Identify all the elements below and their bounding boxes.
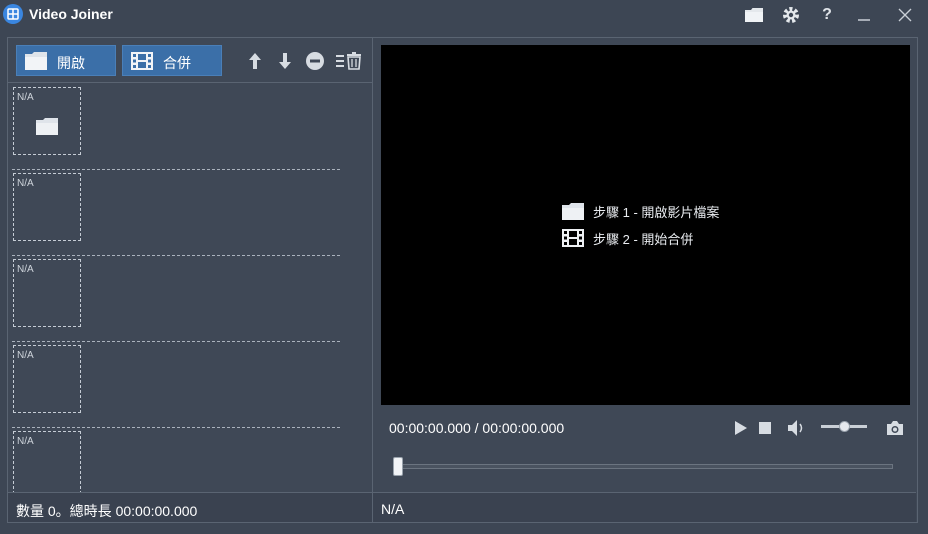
help-icon[interactable]: ?: [816, 4, 838, 26]
file-count-status: 數量 0。總時長 00:00:00.000: [16, 503, 198, 519]
thumbnail: N/A: [13, 431, 81, 492]
volume-icon[interactable]: [787, 418, 807, 438]
thumbnail-label: N/A: [17, 178, 34, 189]
list-item[interactable]: N/A: [12, 342, 340, 428]
folder-icon: [36, 118, 58, 140]
arrow-up-icon[interactable]: [244, 50, 266, 72]
film-icon: [561, 228, 585, 248]
close-icon[interactable]: [894, 4, 916, 26]
thumbnail: N/A: [13, 259, 81, 327]
preview-panel: 步驟 1 - 開啟影片檔案 步驟 2 - 開始合併 00:00:00.000 /…: [373, 37, 918, 523]
list-item[interactable]: N/A: [12, 256, 340, 342]
thumbnail: N/A: [13, 345, 81, 413]
merge-button[interactable]: 合併: [122, 45, 222, 76]
file-list-panel: 開啟 合併 N/A N/A N/A N/A N/A 數量 0。總時長 00:00…: [7, 37, 373, 523]
thumbnail-label: N/A: [17, 92, 34, 103]
file-list[interactable]: N/A N/A N/A N/A N/A: [8, 84, 372, 492]
video-preview[interactable]: 步驟 1 - 開啟影片檔案 步驟 2 - 開始合併: [381, 45, 910, 405]
file-toolbar: 開啟 合併: [8, 38, 372, 83]
list-item[interactable]: N/A: [12, 84, 340, 170]
folder-icon[interactable]: [743, 4, 765, 26]
minimize-icon[interactable]: [853, 4, 875, 26]
app-title: Video Joiner: [29, 6, 113, 22]
step-1-text: 步驟 1 - 開啟影片檔案: [593, 204, 720, 220]
thumbnail: N/A: [13, 87, 81, 155]
remove-icon[interactable]: [304, 50, 326, 72]
time-display: 00:00:00.000 / 00:00:00.000: [389, 420, 565, 436]
status-bar-right: N/A: [373, 492, 916, 522]
open-button[interactable]: 開啟: [16, 45, 116, 76]
thumbnail-label: N/A: [17, 436, 34, 447]
merge-button-label: 合併: [163, 55, 191, 71]
gear-icon[interactable]: [780, 4, 802, 26]
thumbnail-label: N/A: [17, 350, 34, 361]
clear-list-icon[interactable]: [336, 50, 364, 72]
folder-icon: [561, 201, 585, 221]
step-1: 步驟 1 - 開啟影片檔案: [561, 201, 719, 221]
open-button-label: 開啟: [57, 55, 85, 71]
step-2-text: 步驟 2 - 開始合併: [593, 231, 694, 247]
folder-icon: [24, 51, 48, 74]
seek-handle[interactable]: [393, 457, 403, 476]
step-2: 步驟 2 - 開始合併: [561, 228, 693, 248]
play-icon[interactable]: [731, 418, 751, 438]
title-bar: Video Joiner ?: [0, 0, 928, 30]
film-icon: [130, 51, 154, 74]
seek-bar[interactable]: [393, 464, 893, 469]
app-logo-icon: [3, 4, 23, 24]
stop-icon[interactable]: [755, 418, 775, 438]
thumbnail: N/A: [13, 173, 81, 241]
volume-slider-handle[interactable]: [838, 421, 850, 432]
camera-icon[interactable]: [885, 418, 905, 438]
list-item[interactable]: N/A: [12, 170, 340, 256]
arrow-down-icon[interactable]: [274, 50, 296, 72]
file-info-status: N/A: [381, 501, 405, 517]
app-window: Video Joiner ? 開啟 合併 N/A N/A N/A N/A N/A…: [0, 0, 928, 534]
status-bar-left: 數量 0。總時長 00:00:00.000: [8, 492, 372, 522]
list-item[interactable]: N/A: [12, 428, 340, 492]
thumbnail-label: N/A: [17, 264, 34, 275]
